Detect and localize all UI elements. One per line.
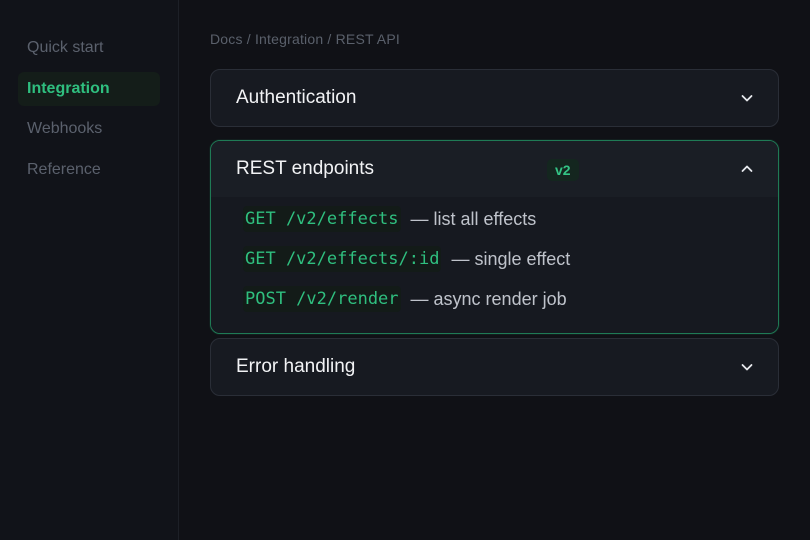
- accordion-authentication: Authentication: [210, 69, 779, 127]
- chevron-up-icon: [740, 162, 754, 176]
- accordion-title: Authentication: [236, 87, 357, 108]
- endpoint-description: — list all effects: [410, 208, 537, 229]
- sidebar-item-reference[interactable]: Reference: [18, 153, 160, 187]
- accordion-title: Error handling: [236, 356, 356, 377]
- accordion-header-authentication[interactable]: Authentication: [211, 70, 778, 126]
- accordion-title: REST endpoints: [236, 158, 375, 179]
- sidebar: Quick start Integration Webhooks Referen…: [0, 0, 179, 540]
- endpoint-code: POST /v2/render: [243, 286, 401, 312]
- sidebar-item-label: Quick start: [27, 39, 104, 56]
- endpoint-item: GET /v2/effects/:id — single effect: [243, 239, 778, 279]
- docs-app: Quick start Integration Webhooks Referen…: [0, 0, 810, 540]
- accordion-header-rest-endpoints[interactable]: REST endpoints v2: [211, 141, 778, 197]
- sidebar-item-label: Integration: [27, 80, 110, 97]
- endpoint-item: POST /v2/render — async render job: [243, 279, 778, 319]
- version-badge: v2: [547, 159, 579, 181]
- sidebar-item-label: Reference: [27, 161, 101, 178]
- accordion-header-error-handling[interactable]: Error handling: [211, 339, 778, 395]
- breadcrumb: Docs / Integration / REST API: [210, 31, 400, 47]
- endpoint-description: — single effect: [451, 248, 571, 269]
- accordion-rest-endpoints: REST endpoints v2 GET /v2/effects — list…: [210, 140, 779, 334]
- sidebar-item-label: Webhooks: [27, 120, 103, 137]
- endpoint-item: GET /v2/effects — list all effects: [243, 199, 778, 239]
- chevron-down-icon: [740, 360, 754, 374]
- sidebar-item-integration[interactable]: Integration: [18, 72, 160, 106]
- endpoint-code: GET /v2/effects/:id: [243, 246, 442, 272]
- accordion-error-handling: Error handling: [210, 338, 779, 396]
- endpoint-description: — async render job: [410, 288, 567, 309]
- accordion-body: GET /v2/effects — list all effects GET /…: [211, 197, 778, 333]
- sidebar-item-quick-start[interactable]: Quick start: [18, 31, 160, 65]
- sidebar-item-webhooks[interactable]: Webhooks: [18, 112, 160, 146]
- endpoint-code: GET /v2/effects: [243, 206, 401, 232]
- chevron-down-icon: [740, 91, 754, 105]
